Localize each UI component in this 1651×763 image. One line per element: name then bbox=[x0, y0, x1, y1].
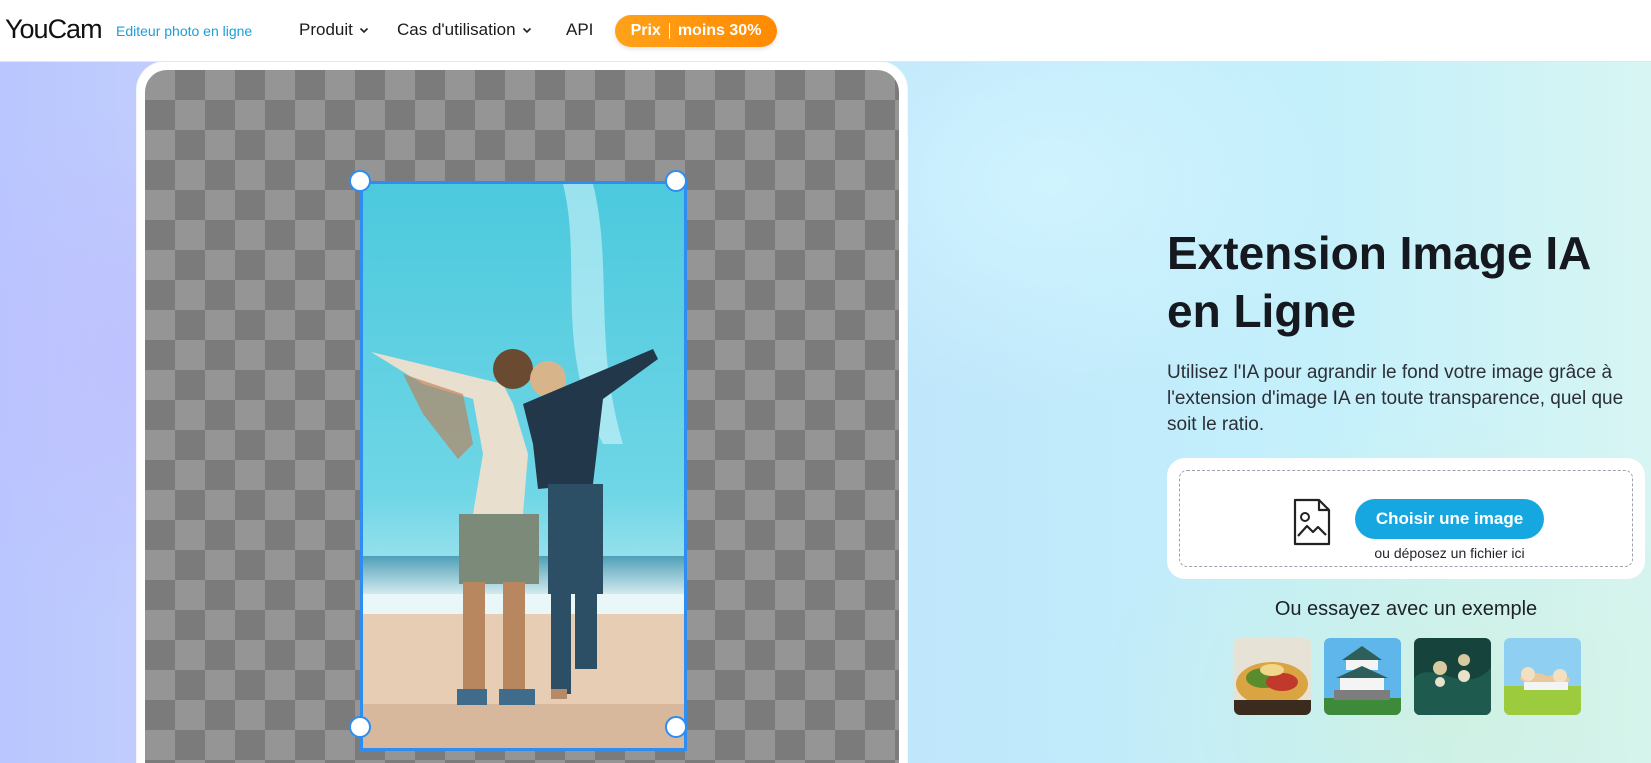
page-description: Utilisez l'IA pour agrandir le fond votr… bbox=[1167, 362, 1624, 435]
promo-button[interactable]: Prix moins 30% bbox=[615, 15, 777, 47]
promo-discount: moins 30% bbox=[677, 22, 762, 39]
nav-cas-utilisation[interactable]: Cas d'utilisation bbox=[397, 20, 532, 40]
crop-handle-top-right[interactable] bbox=[665, 170, 687, 192]
nav-cas-label: Cas d'utilisation bbox=[397, 20, 516, 39]
editor-canvas-card bbox=[137, 62, 907, 763]
nav-produit-label: Produit bbox=[299, 20, 353, 39]
earrings-image bbox=[1414, 638, 1491, 715]
chevron-down-icon bbox=[359, 27, 368, 34]
choose-image-button[interactable]: Choisir une image bbox=[1355, 499, 1544, 539]
top-navbar: YouCam Editeur photo en ligne Produit Ca… bbox=[0, 0, 1651, 62]
drop-file-hint: ou déposez un fichier ici bbox=[1374, 545, 1525, 561]
promo-prix: Prix bbox=[630, 22, 661, 39]
crop-handle-bottom-left[interactable] bbox=[349, 716, 371, 738]
examples-label: Ou essayez avec un exemple bbox=[1274, 598, 1538, 620]
example-thumb-picnic[interactable] bbox=[1504, 638, 1581, 715]
image-file-icon bbox=[1293, 498, 1331, 546]
youcam-logo[interactable]: YouCam bbox=[5, 14, 103, 45]
crop-handle-top-left[interactable] bbox=[349, 170, 371, 192]
chevron-down-icon bbox=[522, 27, 531, 34]
osaka-castle-image bbox=[1324, 638, 1401, 715]
tacos-image bbox=[1234, 638, 1311, 715]
example-thumb-tacos[interactable] bbox=[1234, 638, 1311, 715]
example-thumb-earrings[interactable] bbox=[1414, 638, 1491, 715]
upload-dropzone[interactable]: Choisir une image ou déposez un fichier … bbox=[1167, 458, 1645, 579]
example-thumb-castle[interactable] bbox=[1324, 638, 1401, 715]
dropzone-dashed-border: Choisir une image ou déposez un fichier … bbox=[1179, 470, 1633, 567]
nav-api-label: API bbox=[566, 20, 594, 39]
example-thumbnails bbox=[1234, 638, 1581, 715]
sample-photo[interactable] bbox=[360, 181, 687, 751]
nav-produit[interactable]: Produit bbox=[299, 20, 369, 40]
picnic-image bbox=[1504, 638, 1581, 715]
hero-section: Extension Image IA en Ligne Utilisez l'I… bbox=[0, 62, 1651, 763]
crop-handle-bottom-right[interactable] bbox=[665, 716, 687, 738]
page-title: Extension Image IA en Ligne bbox=[1167, 227, 1590, 337]
transparent-canvas[interactable] bbox=[145, 70, 899, 763]
beach-couple-image bbox=[363, 184, 684, 748]
nav-api[interactable]: API bbox=[566, 20, 593, 40]
promo-separator bbox=[668, 23, 670, 39]
logo-subtitle[interactable]: Editeur photo en ligne bbox=[116, 23, 252, 39]
